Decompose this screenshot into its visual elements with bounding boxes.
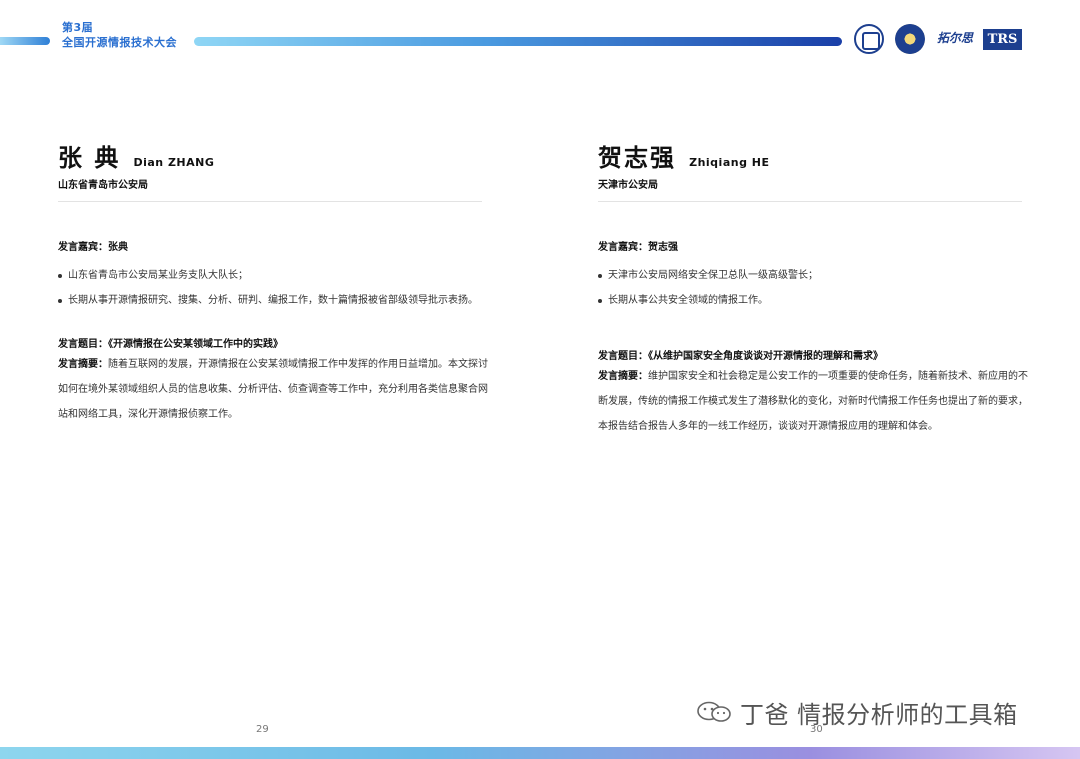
speaker-english-name: Dian ZHANG [133, 156, 215, 169]
abstract-text: 维护国家安全和社会稳定是公安工作的一项重要的使命任务，随着新技术、新应用的不断发… [598, 371, 1028, 432]
bio-list: 天津市公安局网络安全保卫总队一级高级警长； 长期从事公共安全领域的情报工作。 [598, 263, 1028, 313]
guest-name: 贺志强 [648, 242, 678, 253]
list-item: 长期从事公共安全领域的情报工作。 [598, 288, 1028, 313]
calligraphy-logo-icon: 拓尔思 [937, 29, 983, 49]
list-item: 长期从事开源情报研究、搜集、分析、研判、编报工作，数十篇情报被省部级领导批示表扬… [58, 288, 488, 313]
speaker-english-name: Zhiqiang HE [689, 156, 770, 169]
conference-edition: 第3届 [62, 21, 94, 34]
university-seal-icon [854, 24, 884, 54]
speaker-card-left: 张 典 Dian ZHANG 山东省青岛市公安局 发言嘉宾：张典 山东省青岛市公… [58, 138, 488, 427]
guest-line: 发言嘉宾：贺志强 [598, 238, 1028, 253]
trs-logo: TRS [983, 29, 1022, 50]
topic-label: 发言题目： [598, 351, 648, 362]
abstract-text: 随着互联网的发展，开源情报在公安某领域情报工作中发挥的作用日益增加。本文探讨如何… [58, 359, 488, 420]
speaker-name-row: 张 典 Dian ZHANG [58, 138, 488, 172]
topic-label: 发言题目： [58, 339, 108, 350]
list-item: 山东省青岛市公安局某业务支队大队长； [58, 263, 488, 288]
topic-line: 发言题目：《开源情报在公安某领域工作中的实践》 [58, 335, 488, 350]
conference-name: 全国开源情报技术大会 [62, 36, 177, 49]
speaker-chinese-name: 张 典 [58, 144, 121, 172]
calligraphy-logo-text: 拓尔思 [937, 31, 974, 45]
speaker-chinese-name: 贺志强 [598, 144, 676, 172]
wechat-icon [697, 701, 731, 722]
abstract-label: 发言摘要： [58, 359, 108, 370]
guest-name: 张典 [108, 242, 128, 253]
speaker-organization: 天津市公安局 [598, 180, 658, 191]
watermark: 丁爸 情报分析师的工具箱 [696, 695, 1056, 729]
guest-label: 发言嘉宾： [58, 242, 108, 253]
header-accent-bar-left [0, 37, 50, 45]
page-number-left: 29 [256, 724, 269, 735]
header-gradient-bar [194, 37, 842, 46]
page-header: 第3届 全国开源情报技术大会 拓尔思 TRS [0, 0, 1080, 70]
watermark-text: 丁爸 情报分析师的工具箱 [740, 701, 1018, 729]
guest-line: 发言嘉宾：张典 [58, 238, 488, 253]
bio-list: 山东省青岛市公安局某业务支队大队长； 长期从事开源情报研究、搜集、分析、研判、编… [58, 263, 488, 313]
guest-label: 发言嘉宾： [598, 242, 648, 253]
list-item: 天津市公安局网络安全保卫总队一级高级警长； [598, 263, 1028, 288]
police-emblem-icon [895, 24, 925, 54]
speaker-organization: 山东省青岛市公安局 [58, 180, 148, 191]
speaker-name-row: 贺志强 Zhiqiang HE [598, 138, 1028, 172]
abstract-label: 发言摘要： [598, 371, 648, 382]
topic-line: 发言题目：《从维护国家安全角度谈谈对开源情报的理解和需求》 [598, 347, 1028, 362]
abstract-paragraph: 发言摘要：随着互联网的发展，开源情报在公安某领域情报工作中发挥的作用日益增加。本… [58, 352, 488, 427]
footer-gradient-bar [0, 747, 1080, 759]
abstract-paragraph: 发言摘要：维护国家安全和社会稳定是公安工作的一项重要的使命任务，随着新技术、新应… [598, 364, 1028, 439]
topic-title: 《从维护国家安全角度谈谈对开源情报的理解和需求》 [648, 351, 883, 362]
topic-title: 《开源情报在公安某领域工作中的实践》 [108, 339, 283, 350]
divider [58, 201, 482, 202]
speaker-card-right: 贺志强 Zhiqiang HE 天津市公安局 发言嘉宾：贺志强 天津市公安局网络… [598, 138, 1028, 439]
divider [598, 201, 1022, 202]
